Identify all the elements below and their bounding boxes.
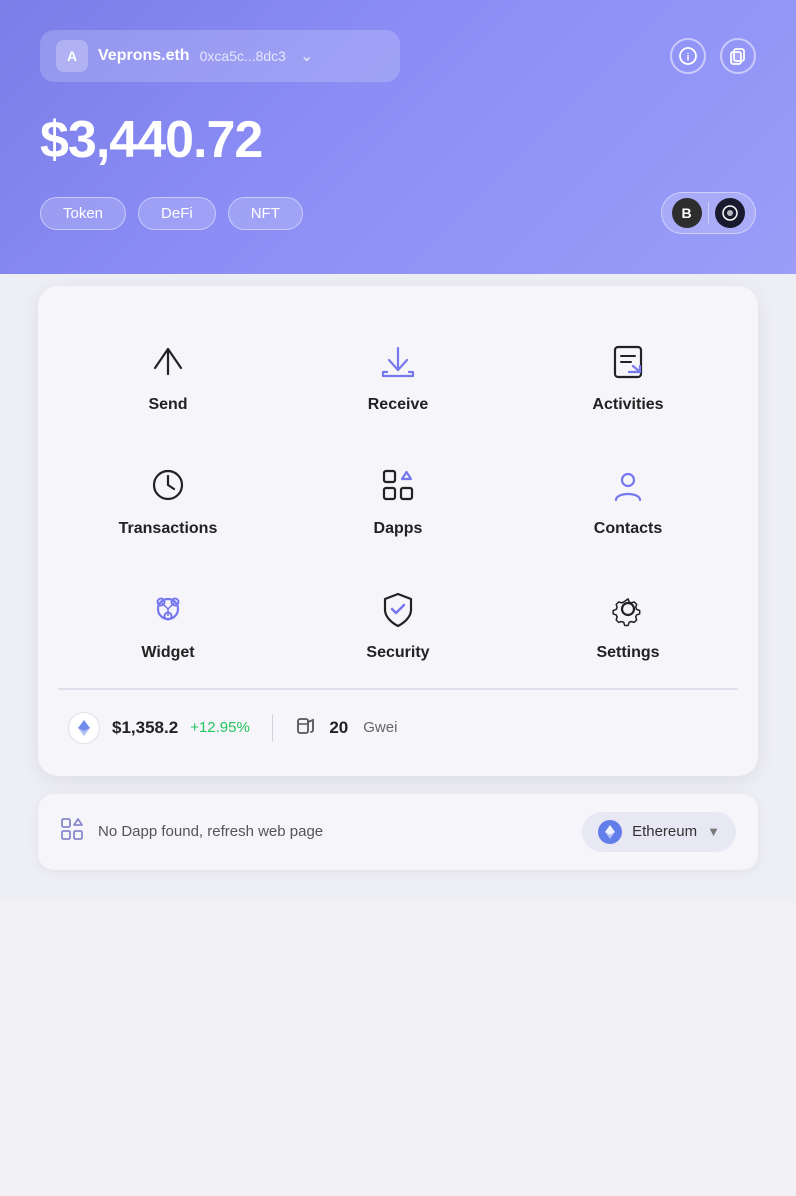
gas-unit: Gwei bbox=[363, 719, 397, 736]
wallet-address: 0xca5c...8dc3 bbox=[200, 48, 286, 64]
header-actions: i bbox=[670, 38, 756, 74]
defi-tab[interactable]: DeFi bbox=[138, 197, 216, 230]
contacts-action[interactable]: Contacts bbox=[518, 440, 738, 554]
address-bar[interactable]: A Veprons.eth 0xca5c...8dc3 ⌄ bbox=[40, 30, 400, 82]
avatar: A bbox=[56, 40, 88, 72]
info-button[interactable]: i bbox=[670, 38, 706, 74]
header: A Veprons.eth 0xca5c...8dc3 ⌄ i $3,440.7… bbox=[0, 0, 796, 274]
gas-icon bbox=[295, 714, 317, 742]
svg-text:i: i bbox=[687, 53, 690, 64]
network-name: Ethereum bbox=[632, 823, 697, 840]
dapp-message: No Dapp found, refresh web page bbox=[98, 823, 323, 840]
settings-action[interactable]: Settings bbox=[518, 564, 738, 678]
network-selector[interactable]: Ethereum ▼ bbox=[582, 812, 736, 852]
receive-action[interactable]: Receive bbox=[288, 316, 508, 430]
eth-change: +12.95% bbox=[190, 719, 250, 736]
wallet-name: Veprons.eth bbox=[98, 47, 190, 65]
receive-label: Receive bbox=[368, 396, 429, 414]
widget-label: Widget bbox=[141, 644, 194, 662]
network-chevron-icon: ▼ bbox=[707, 824, 720, 839]
security-label: Security bbox=[366, 644, 429, 662]
brand-logo-2[interactable] bbox=[715, 198, 745, 228]
transactions-label: Transactions bbox=[119, 520, 218, 538]
activities-action[interactable]: Activities bbox=[518, 316, 738, 430]
transactions-action[interactable]: Transactions bbox=[58, 440, 278, 554]
footer-divider bbox=[272, 714, 274, 742]
security-action[interactable]: Security bbox=[288, 564, 508, 678]
activities-label: Activities bbox=[592, 396, 663, 414]
bottom-bar: No Dapp found, refresh web page Ethereum… bbox=[38, 794, 758, 870]
settings-icon bbox=[603, 584, 653, 634]
brand-logo-b[interactable]: B bbox=[672, 198, 702, 228]
transactions-icon bbox=[143, 460, 193, 510]
dapp-grid-icon bbox=[60, 817, 84, 847]
balance-display: $3,440.72 bbox=[40, 110, 756, 170]
send-icon bbox=[143, 336, 193, 386]
dapps-icon bbox=[373, 460, 423, 510]
contacts-icon bbox=[603, 460, 653, 510]
security-icon bbox=[373, 584, 423, 634]
copy-button[interactable] bbox=[720, 38, 756, 74]
logo-group: B bbox=[661, 192, 757, 234]
activities-icon bbox=[603, 336, 653, 386]
footer-row: $1,358.2 +12.95% 20 Gwei bbox=[58, 700, 738, 756]
eth-price: $1,358.2 bbox=[112, 718, 178, 738]
dapp-left: No Dapp found, refresh web page bbox=[60, 817, 323, 847]
send-action[interactable]: Send bbox=[58, 316, 278, 430]
gas-value: 20 bbox=[329, 718, 348, 738]
settings-label: Settings bbox=[596, 644, 659, 662]
dapps-label: Dapps bbox=[374, 520, 423, 538]
nft-tab[interactable]: NFT bbox=[228, 197, 303, 230]
action-grid: Send Receive bbox=[58, 316, 738, 678]
chevron-down-icon: ⌄ bbox=[300, 46, 313, 66]
widget-action[interactable]: Widget bbox=[58, 564, 278, 678]
receive-icon bbox=[373, 336, 423, 386]
token-tab[interactable]: Token bbox=[40, 197, 126, 230]
widget-icon bbox=[143, 584, 193, 634]
main-card: Send Receive bbox=[38, 286, 758, 776]
contacts-label: Contacts bbox=[594, 520, 662, 538]
tab-row: Token DeFi NFT B bbox=[40, 192, 756, 234]
network-logo bbox=[598, 820, 622, 844]
eth-logo bbox=[68, 712, 100, 744]
logo-divider bbox=[708, 202, 710, 224]
send-label: Send bbox=[148, 396, 187, 414]
card-divider bbox=[58, 688, 738, 690]
dapps-action[interactable]: Dapps bbox=[288, 440, 508, 554]
